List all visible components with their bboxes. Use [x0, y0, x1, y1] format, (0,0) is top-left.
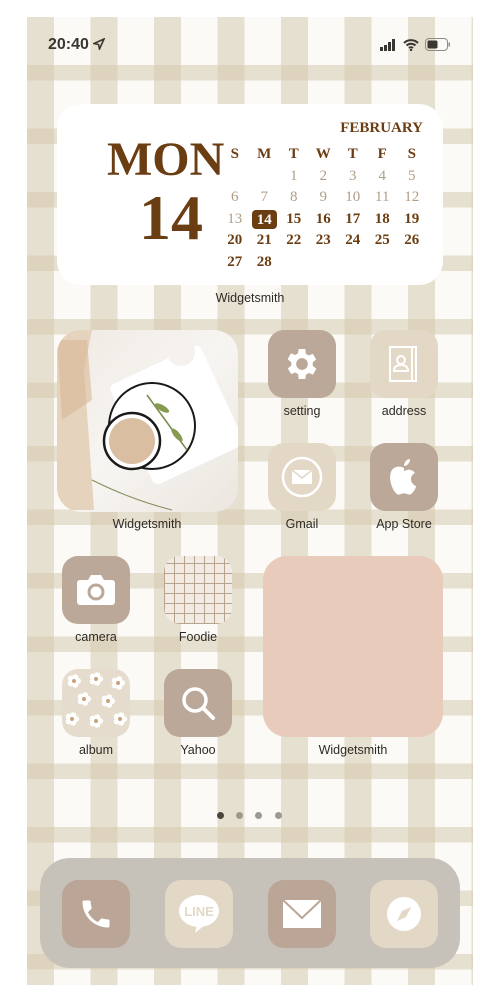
calendar-day: 17	[345, 210, 361, 227]
calendar-widget[interactable]: MON 14 FEBRUARY S M T W T F S 1 2 3 4 5 6 7 8 9 10 11 12 13…	[57, 104, 443, 285]
calendar-day: 2	[319, 167, 328, 184]
calendar-day: 7	[260, 189, 269, 205]
status-time: 20:40	[48, 36, 106, 54]
weekday-header: M	[257, 146, 272, 162]
weekday: MON	[107, 133, 225, 186]
coffee-photo	[57, 330, 238, 511]
calendar-day: 4	[378, 167, 387, 184]
app-yahoo[interactable]	[164, 669, 232, 737]
pink-widget-label: Widgetsmith	[318, 743, 388, 757]
app-label: App Store	[376, 517, 432, 531]
dock: LINE	[40, 858, 460, 968]
calendar-day: 26	[404, 232, 420, 248]
day-number: 14	[139, 182, 203, 253]
calendar-day: 10	[345, 189, 361, 205]
calendar-grid: S M T W T F S 1 2 3 4 5 6 7 8 9 10 11 12 13 14 15 16 17 18 19 20 21…	[220, 144, 427, 273]
flower-pattern-icon	[65, 672, 127, 728]
app-label: Foodie	[178, 630, 218, 644]
photo-widget-label: Widgetsmith	[112, 517, 182, 531]
calendar-day: 16	[315, 210, 331, 227]
calendar-day: 25	[374, 232, 390, 248]
home-screen: 20:40 MON 14 FEBRUARY S M T W T F S 1 2 3 4 5 6 7 8 9 10…	[27, 17, 473, 985]
calendar-day: 22	[286, 232, 302, 248]
calendar-day: 9	[319, 189, 328, 205]
dock-phone[interactable]	[62, 880, 130, 948]
pink-widget[interactable]	[263, 556, 443, 737]
battery-icon	[425, 38, 450, 51]
photo-widget[interactable]	[57, 330, 238, 512]
app-camera[interactable]	[62, 556, 130, 624]
calendar-day: 28	[256, 253, 272, 270]
page-dot[interactable]	[275, 812, 282, 819]
calendar-day: 27	[227, 253, 243, 270]
calendar-day: 18	[374, 210, 390, 227]
line-icon: LINE	[179, 895, 219, 933]
calendar-day	[250, 166, 280, 188]
calendar-day: 5	[408, 167, 416, 184]
mail-icon	[282, 899, 322, 928]
weekday-header: S	[230, 146, 239, 162]
calendar-day-today: 14	[251, 209, 277, 229]
dock-line[interactable]: LINE	[165, 880, 233, 948]
app-setting[interactable]	[268, 330, 336, 398]
camera-icon	[77, 575, 115, 605]
location-arrow-icon	[91, 37, 106, 52]
phone-icon	[82, 900, 110, 928]
apple-icon	[390, 459, 416, 495]
app-foodie[interactable]	[164, 556, 232, 624]
app-album[interactable]	[62, 669, 130, 737]
dock-mail[interactable]	[268, 880, 336, 948]
calendar-day: 23	[315, 232, 331, 248]
calendar-day: 24	[345, 232, 361, 248]
page-dot-active[interactable]	[217, 812, 224, 819]
contact-book-icon	[389, 346, 417, 382]
wifi-icon	[403, 39, 419, 51]
gear-icon	[287, 349, 317, 379]
calendar-widget-label: Widgetsmith	[215, 291, 285, 305]
calendar-day: 1	[290, 167, 298, 184]
dock-safari[interactable]	[370, 880, 438, 948]
weekday-header: T	[288, 146, 299, 162]
time: 20:40	[48, 36, 89, 53]
month: FEBRUARY	[340, 120, 423, 136]
calendar-day: 8	[290, 189, 298, 205]
line-text: LINE	[184, 904, 214, 919]
page-dot[interactable]	[255, 812, 262, 819]
weekday-header: T	[347, 146, 358, 162]
app-gmail[interactable]	[268, 443, 336, 511]
calendar-day: 19	[404, 210, 420, 227]
weekday-header: F	[377, 146, 387, 162]
app-address[interactable]	[370, 330, 438, 398]
page-dot[interactable]	[236, 812, 243, 819]
app-label: Yahoo	[180, 743, 216, 757]
compass-icon	[387, 897, 421, 931]
signal-icon	[380, 39, 395, 51]
calendar-day: 11	[375, 189, 390, 205]
app-label: address	[381, 404, 427, 418]
weekday-header: S	[407, 146, 416, 162]
weekday-header: W	[315, 146, 331, 162]
search-icon	[182, 687, 215, 720]
mail-circle-icon	[281, 456, 323, 498]
calendar-day: 21	[256, 232, 272, 248]
calendar-day	[220, 166, 250, 188]
calendar-day: 12	[404, 189, 420, 205]
calendar-day: 15	[286, 210, 302, 227]
calendar-day: 3	[349, 167, 357, 184]
calendar-day: 20	[227, 232, 243, 248]
app-app-store[interactable]	[370, 443, 438, 511]
calendar-day: 13	[227, 210, 243, 227]
calendar-day: 6	[231, 189, 239, 205]
